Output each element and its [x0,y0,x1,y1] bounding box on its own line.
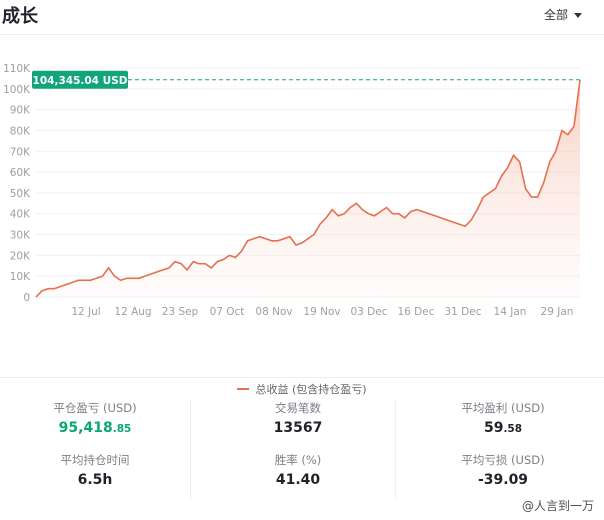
stats-column-2: 交易笔数 13567 胜率 (%) 41.40 [203,378,393,520]
avg-loss-value: -39.09 [477,472,529,488]
y-tick-label: 60K [10,167,31,179]
win-rate-stat: 胜率 (%) 41.40 [203,452,393,488]
watermark: @人言到一万 [521,499,594,513]
stats-column-1: 平仓盈亏 (USD) 95,418.85 平均持仓时间 6.5h [0,378,190,520]
y-tick-label: 20K [10,250,31,262]
y-tick-label: 0 [23,292,30,304]
avg-hold-time-stat: 平均持仓时间 6.5h [0,452,190,488]
y-tick-label: 30K [10,230,31,242]
growth-chart: 0 10K 20K 30K 40K 50K 60K 70K 80K 90K 100K 110K 12 … [0,38,604,396]
trade-count-stat: 交易笔数 13567 [203,400,393,436]
x-tick-label: 31 Dec [444,306,481,318]
closed-pnl-stat: 平仓盈亏 (USD) 95,418.85 [0,400,190,436]
y-tick-label: 70K [10,146,31,158]
svg-text:104,345.04 USD: 104,345.04 USD [33,75,128,87]
caret-down-icon [574,12,582,18]
column-separator [190,400,191,500]
y-tick-label: 80K [10,125,31,137]
y-tick-label: 100K [3,84,31,96]
y-tick-label: 90K [10,105,31,117]
header: 成长 全部 [0,0,604,35]
avg-hold-time-label: 平均持仓时间 [60,453,130,467]
closed-pnl-label: 平仓盈亏 (USD) [53,401,137,415]
closed-pnl-value: 95,418.85 [58,420,132,436]
y-tick-label: 110K [3,63,31,75]
x-tick-label: 03 Dec [350,306,387,318]
page-title: 成长 [2,6,38,27]
x-tick-label: 23 Sep [162,306,199,318]
period-filter-dropdown[interactable]: 全部 [544,6,582,23]
y-tick-label: 40K [10,209,31,221]
x-tick-label: 12 Jul [71,306,100,318]
column-separator [395,400,396,500]
win-rate-value: 41.40 [275,472,321,488]
y-tick-label: 50K [10,188,31,200]
avg-loss-stat: 平均亏损 (USD) -39.09 [408,452,598,488]
win-rate-label: 胜率 (%) [274,453,322,467]
avg-hold-time-value: 6.5h [77,472,113,488]
x-tick-label: 07 Oct [210,306,245,318]
avg-profit-value: 59.58 [483,420,523,436]
x-tick-label: 29 Jan [541,306,574,318]
y-tick-label: 10K [10,271,31,283]
x-tick-label: 12 Aug [114,306,151,318]
period-filter-label: 全部 [543,8,568,22]
growth-chart-svg: 0 10K 20K 30K 40K 50K 60K 70K 80K 90K 100K 110K 12 … [3,63,581,318]
x-tick-label: 19 Nov [303,306,340,318]
final-value-tag: 104,345.04 USD [32,70,128,89]
x-tick-label: 16 Dec [397,306,434,318]
trade-count-value: 13567 [273,420,323,436]
trade-count-label: 交易笔数 [275,401,321,415]
stats-panel: 平仓盈亏 (USD) 95,418.85 平均持仓时间 6.5h 交易笔数 13… [0,378,604,520]
x-tick-label: 08 Nov [255,306,292,318]
growth-area [36,79,580,297]
avg-profit-stat: 平均盈利 (USD) 59.58 [408,400,598,436]
avg-profit-label: 平均盈利 (USD) [461,401,545,415]
x-tick-label: 14 Jan [494,306,527,318]
avg-loss-label: 平均亏损 (USD) [461,453,545,467]
